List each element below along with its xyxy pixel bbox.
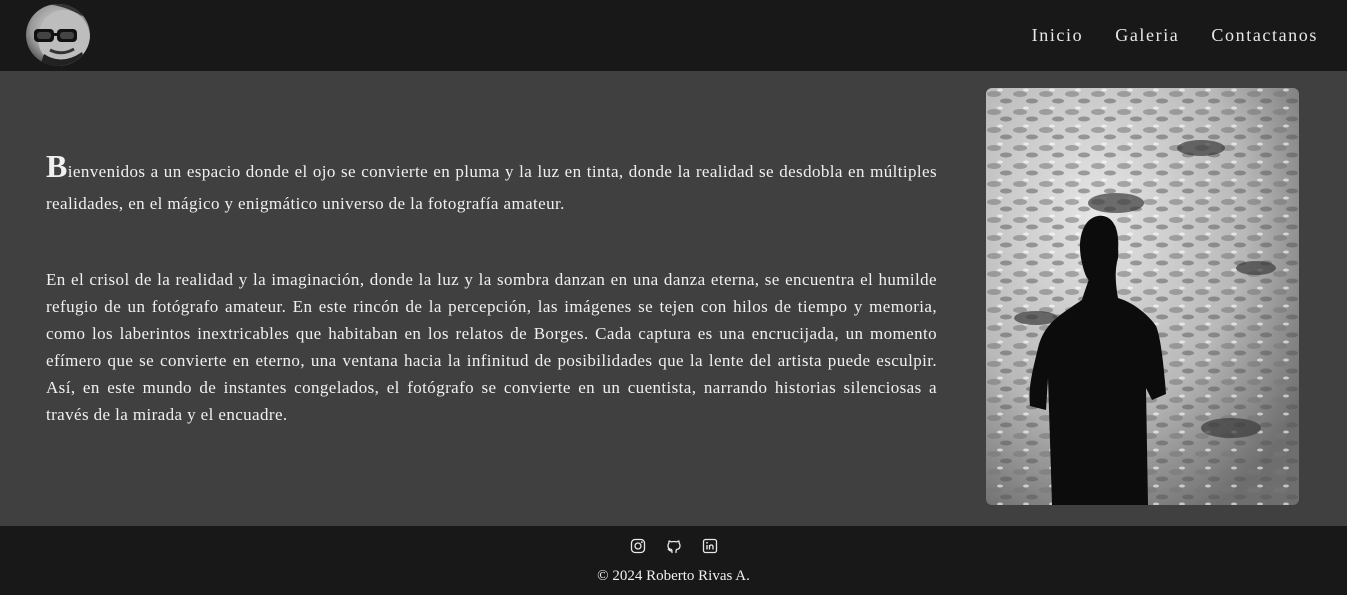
main-nav: Inicio Galeria Contactanos <box>1000 24 1318 46</box>
instagram-icon <box>630 538 645 554</box>
site-footer: © 2024 Roberto Rivas A. <box>0 526 1347 595</box>
intro-text: ienvenidos a un espacio donde el ojo se … <box>46 162 937 213</box>
site-header: Inicio Galeria Contactanos <box>0 0 1347 71</box>
nav-galeria[interactable]: Galeria <box>1115 24 1179 46</box>
github-link[interactable] <box>664 536 684 556</box>
linkedin-link[interactable] <box>700 536 720 556</box>
main-content: Bienvenidos a un espacio donde el ojo se… <box>0 71 1347 526</box>
featured-photo <box>986 88 1299 505</box>
dropcap-letter: B <box>46 148 68 184</box>
avatar-image <box>26 4 90 66</box>
social-links <box>0 536 1347 556</box>
nav-contactanos[interactable]: Contactanos <box>1211 24 1318 46</box>
copyright-text: © 2024 Roberto Rivas A. <box>597 568 750 584</box>
linkedin-icon <box>702 538 717 554</box>
body-paragraph: En el crisol de la realidad y la imagina… <box>46 270 937 424</box>
intro-paragraph: Bienvenidos a un espacio donde el ojo se… <box>46 150 937 220</box>
avatar[interactable] <box>26 4 90 66</box>
nav-inicio[interactable]: Inicio <box>1032 24 1084 46</box>
silhouette-photo-image <box>986 88 1299 505</box>
github-icon <box>666 540 681 554</box>
instagram-link[interactable] <box>628 536 648 556</box>
